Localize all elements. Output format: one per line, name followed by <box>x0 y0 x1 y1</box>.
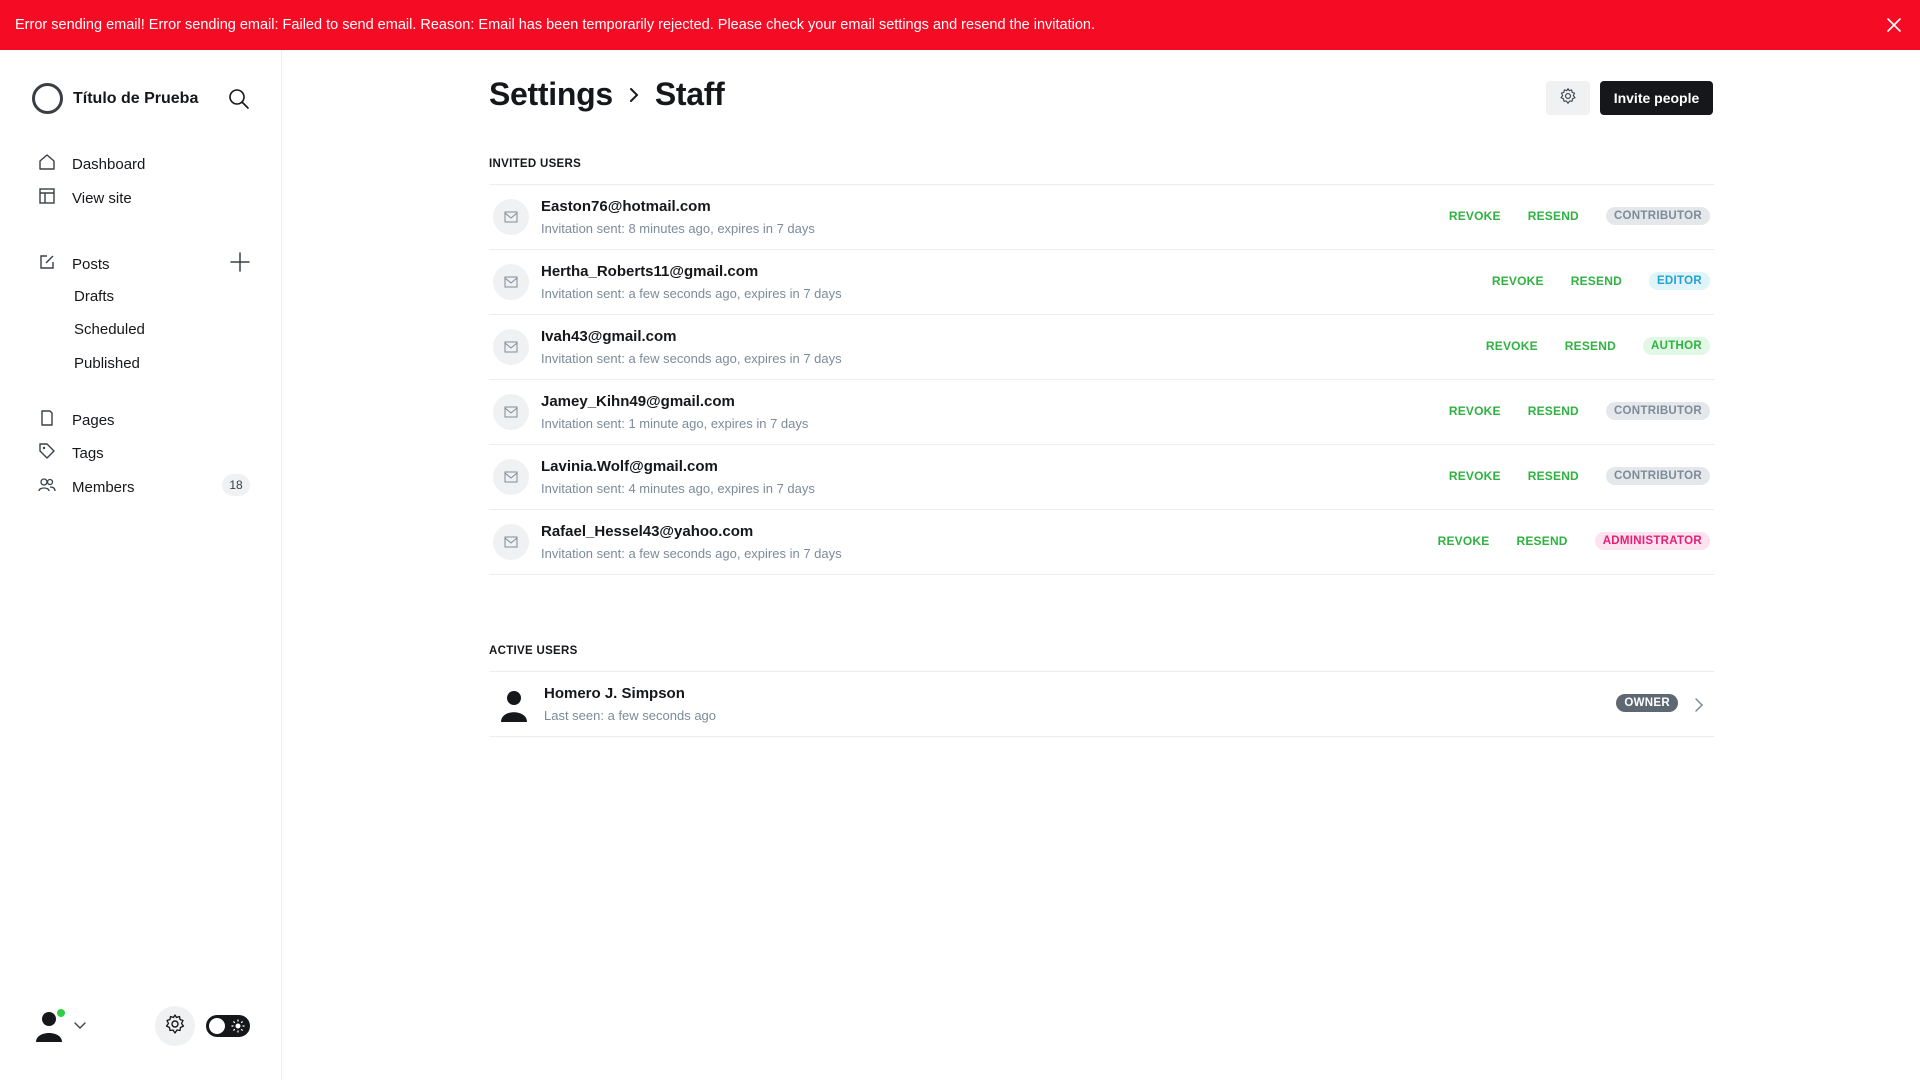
user-email: Lavinia.Wolf@gmail.com <box>541 458 718 475</box>
chevron-down-icon[interactable] <box>73 1018 87 1037</box>
layout-icon <box>38 187 72 209</box>
sidebar-item-label: Dashboard <box>72 155 146 173</box>
sidebar-item-label: Pages <box>72 411 115 429</box>
invitation-status: Invitation sent: a few seconds ago, expi… <box>541 546 842 561</box>
resend-button[interactable]: RESEND <box>1571 274 1622 288</box>
tag-icon <box>38 442 72 464</box>
home-icon <box>38 153 72 175</box>
last-seen: Last seen: a few seconds ago <box>544 708 717 723</box>
table-row: Rafael_Hessel43@yahoo.com Invitation sen… <box>489 510 1714 575</box>
error-message: Error sending email! Error sending email… <box>15 17 1095 33</box>
online-status-dot <box>56 1008 66 1018</box>
role-badge: CONTRIBUTOR <box>1605 467 1710 485</box>
members-icon <box>38 476 72 498</box>
site-logo <box>32 83 63 114</box>
table-row: Lavinia.Wolf@gmail.com Invitation sent: … <box>489 445 1714 510</box>
revoke-button[interactable]: REVOKE <box>1449 469 1501 483</box>
role-badge: CONTRIBUTOR <box>1605 402 1710 420</box>
sidebar: Título de Prueba Dashboard View site Pos… <box>0 50 282 1080</box>
table-row[interactable]: Homero J. Simpson Last seen: a few secon… <box>489 672 1714 737</box>
sidebar-item-posts[interactable]: Posts <box>38 253 110 275</box>
resend-button[interactable]: RESEND <box>1528 404 1579 418</box>
members-count-badge: 18 <box>222 474 250 496</box>
user-email: Jamey_Kihn49@gmail.com <box>541 393 735 410</box>
mail-icon <box>493 199 529 235</box>
gear-icon <box>164 1013 186 1040</box>
settings-button[interactable] <box>155 1006 195 1046</box>
page-icon <box>38 409 72 431</box>
add-post-icon[interactable] <box>229 251 251 273</box>
invitation-status: Invitation sent: 8 minutes ago, expires … <box>541 221 815 236</box>
role-badge: CONTRIBUTOR <box>1605 207 1710 225</box>
invited-users-heading: INVITED USERS <box>489 158 582 170</box>
theme-toggle[interactable] <box>206 1015 250 1037</box>
user-email: Hertha_Roberts11@gmail.com <box>541 263 759 280</box>
chevron-right-icon[interactable] <box>1692 696 1706 719</box>
sidebar-item-drafts[interactable]: Drafts <box>74 288 114 305</box>
role-badge: AUTHOR <box>1643 337 1710 355</box>
toggle-knob <box>209 1018 225 1034</box>
revoke-button[interactable]: REVOKE <box>1486 339 1538 353</box>
sidebar-item-tags[interactable]: Tags <box>38 442 104 464</box>
mail-icon <box>493 329 529 365</box>
active-users-heading: ACTIVE USERS <box>489 645 578 657</box>
table-row: Ivah43@gmail.com Invitation sent: a few … <box>489 315 1714 380</box>
sidebar-item-members[interactable]: Members <box>38 476 135 498</box>
sidebar-item-dashboard[interactable]: Dashboard <box>38 153 145 175</box>
revoke-button[interactable]: REVOKE <box>1449 404 1501 418</box>
resend-button[interactable]: RESEND <box>1528 469 1579 483</box>
revoke-button[interactable]: REVOKE <box>1492 274 1544 288</box>
mail-icon <box>493 394 529 430</box>
sidebar-item-label: Posts <box>72 255 110 273</box>
revoke-button[interactable]: REVOKE <box>1449 209 1501 223</box>
sidebar-item-view-site[interactable]: View site <box>38 187 132 209</box>
resend-button[interactable]: RESEND <box>1528 209 1579 223</box>
invited-users-list: Easton76@hotmail.com Invitation sent: 8 … <box>489 184 1714 575</box>
brand[interactable]: Título de Prueba <box>32 83 198 114</box>
close-icon[interactable] <box>1882 13 1906 37</box>
invite-people-button[interactable]: Invite people <box>1600 81 1713 115</box>
table-row: Easton76@hotmail.com Invitation sent: 8 … <box>489 185 1714 250</box>
table-row: Hertha_Roberts11@gmail.com Invitation se… <box>489 250 1714 315</box>
pencil-icon <box>38 253 72 275</box>
resend-button[interactable]: RESEND <box>1565 339 1616 353</box>
sidebar-item-published[interactable]: Published <box>74 355 140 372</box>
error-banner: Error sending email! Error sending email… <box>0 0 1920 50</box>
role-badge: ADMINISTRATOR <box>1594 532 1710 550</box>
sidebar-footer <box>0 1000 282 1060</box>
role-badge: EDITOR <box>1648 272 1710 290</box>
gear-icon <box>1559 87 1577 110</box>
invitation-status: Invitation sent: a few seconds ago, expi… <box>541 286 842 301</box>
user-avatar-icon <box>499 688 529 722</box>
mail-icon <box>493 524 529 560</box>
user-name: Homero J. Simpson <box>544 685 685 702</box>
breadcrumb-settings[interactable]: Settings <box>489 76 613 113</box>
search-icon[interactable] <box>226 86 252 112</box>
breadcrumb: Settings Staff <box>489 76 725 113</box>
staff-settings-button[interactable] <box>1546 81 1590 115</box>
mail-icon <box>493 459 529 495</box>
sidebar-item-label: Members <box>72 478 135 496</box>
site-title: Título de Prueba <box>73 89 199 107</box>
user-email: Ivah43@gmail.com <box>541 328 677 345</box>
page-title: Staff <box>654 76 725 112</box>
user-email: Easton76@hotmail.com <box>541 198 711 215</box>
sidebar-item-scheduled[interactable]: Scheduled <box>74 321 145 338</box>
active-users-list: Homero J. Simpson Last seen: a few secon… <box>489 671 1714 737</box>
role-badge: OWNER <box>1616 694 1678 712</box>
table-row: Jamey_Kihn49@gmail.com Invitation sent: … <box>489 380 1714 445</box>
sidebar-item-label: Tags <box>72 444 104 462</box>
invitation-status: Invitation sent: 4 minutes ago, expires … <box>541 481 815 496</box>
invitation-status: Invitation sent: a few seconds ago, expi… <box>541 351 842 366</box>
sun-icon <box>231 1019 245 1038</box>
mail-icon <box>493 264 529 300</box>
sidebar-item-pages[interactable]: Pages <box>38 409 115 431</box>
main-content: Settings Staff Invite people INVITED USE… <box>283 50 1920 1080</box>
sidebar-item-label: View site <box>72 189 132 207</box>
invitation-status: Invitation sent: 1 minute ago, expires i… <box>541 416 809 431</box>
chevron-right-icon <box>627 86 641 104</box>
resend-button[interactable]: RESEND <box>1516 534 1567 548</box>
revoke-button[interactable]: REVOKE <box>1438 534 1490 548</box>
user-email: Rafael_Hessel43@yahoo.com <box>541 523 754 540</box>
